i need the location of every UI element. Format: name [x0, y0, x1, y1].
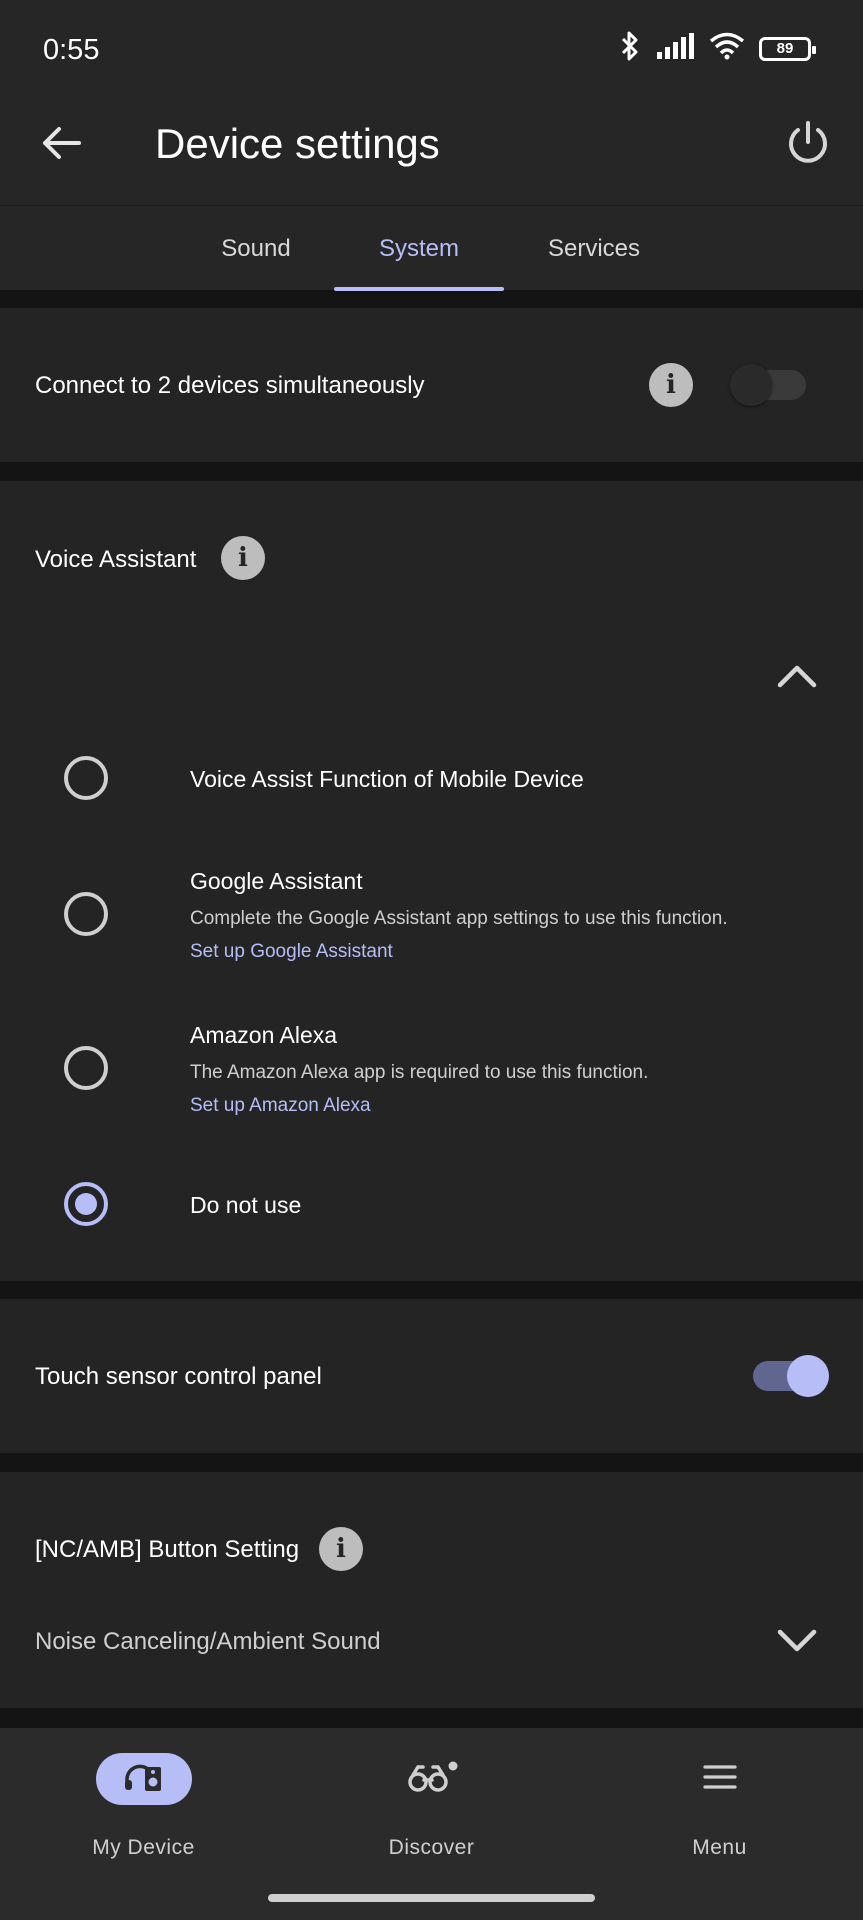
power-icon	[786, 120, 830, 171]
nav-icon-container	[95, 1753, 192, 1805]
bottom-nav: My Device Discover Menu	[0, 1728, 863, 1920]
chevron-down-icon	[774, 1626, 820, 1661]
page-title: Device settings	[155, 120, 440, 167]
nav-my-device[interactable]: My Device	[0, 1728, 287, 1898]
nc-amb-dropdown[interactable]: Noise Canceling/Ambient Sound	[0, 1612, 863, 1692]
nc-amb-value: Noise Canceling/Ambient Sound	[35, 1628, 381, 1655]
arrow-left-icon	[41, 126, 81, 165]
app-bar: Device settings	[0, 100, 863, 205]
setup-amazon-alexa-link[interactable]: Set up Amazon Alexa	[190, 1095, 371, 1117]
bluetooth-icon	[617, 30, 643, 67]
back-button[interactable]	[36, 120, 86, 170]
option-title[interactable]: Google Assistant	[190, 868, 363, 895]
radio-do-not-use[interactable]	[64, 1182, 108, 1226]
tab-label: Services	[547, 234, 641, 262]
connect-two-devices-row: Connect to 2 devices simultaneously i	[0, 308, 863, 462]
tab-label: System	[378, 234, 459, 262]
option-title[interactable]: Voice Assist Function of Mobile Device	[190, 766, 584, 793]
nav-icon-container	[672, 1753, 768, 1805]
nav-icon-container	[384, 1753, 480, 1805]
info-icon[interactable]: i	[649, 363, 693, 407]
status-icons: 89	[617, 30, 816, 67]
touch-sensor-label: Touch sensor control panel	[35, 1363, 322, 1390]
tab-indicator	[334, 287, 504, 291]
binoculars-icon	[406, 1761, 458, 1798]
nav-label: My Device	[92, 1836, 195, 1859]
nav-label: Discover	[388, 1836, 475, 1859]
tab-sound[interactable]: Sound	[196, 206, 316, 291]
headphones-speaker-icon	[123, 1761, 165, 1798]
chevron-up-icon[interactable]	[774, 661, 820, 696]
battery-icon: 89	[759, 36, 816, 61]
nav-discover[interactable]: Discover	[288, 1728, 575, 1898]
touch-sensor-toggle[interactable]	[753, 1355, 829, 1397]
radio-amazon-alexa[interactable]	[64, 1046, 108, 1090]
option-title[interactable]: Do not use	[190, 1192, 301, 1219]
home-indicator	[268, 1894, 595, 1902]
wifi-icon	[709, 32, 745, 65]
status-time: 0:55	[43, 34, 100, 66]
toggle-knob	[787, 1355, 829, 1397]
tab-label: Sound	[221, 234, 291, 262]
tab-system[interactable]: System	[334, 206, 504, 291]
toggle-knob	[730, 364, 772, 406]
touch-sensor-row: Touch sensor control panel	[0, 1299, 863, 1453]
power-button[interactable]	[781, 118, 835, 172]
option-title[interactable]: Amazon Alexa	[190, 1022, 337, 1049]
tab-bar: Sound System Services	[0, 205, 863, 291]
connect-two-devices-toggle[interactable]	[730, 364, 806, 406]
setup-google-assistant-link[interactable]: Set up Google Assistant	[190, 941, 393, 963]
radio-voice-assist-mobile[interactable]	[64, 756, 108, 800]
info-icon[interactable]: i	[221, 536, 265, 580]
nc-amb-button-section: [NC/AMB] Button Setting i Noise Cancelin…	[0, 1472, 863, 1708]
radio-google-assistant[interactable]	[64, 892, 108, 936]
nav-menu[interactable]: Menu	[576, 1728, 863, 1898]
tab-services[interactable]: Services	[524, 206, 664, 291]
menu-icon	[702, 1764, 737, 1795]
nc-amb-label: [NC/AMB] Button Setting	[35, 1536, 300, 1563]
connect-two-devices-label: Connect to 2 devices simultaneously	[35, 372, 425, 399]
voice-assistant-section: Voice Assistant i Voice Assist Function …	[0, 481, 863, 1281]
battery-level: 89	[776, 40, 794, 57]
option-description: Complete the Google Assistant app settin…	[190, 908, 728, 929]
signal-icon	[657, 33, 695, 64]
voice-assistant-label: Voice Assistant	[35, 546, 197, 573]
status-bar: 0:55 89	[0, 0, 863, 100]
option-description: The Amazon Alexa app is required to use …	[190, 1062, 649, 1083]
info-icon[interactable]: i	[319, 1527, 363, 1571]
nav-label: Menu	[692, 1836, 747, 1859]
